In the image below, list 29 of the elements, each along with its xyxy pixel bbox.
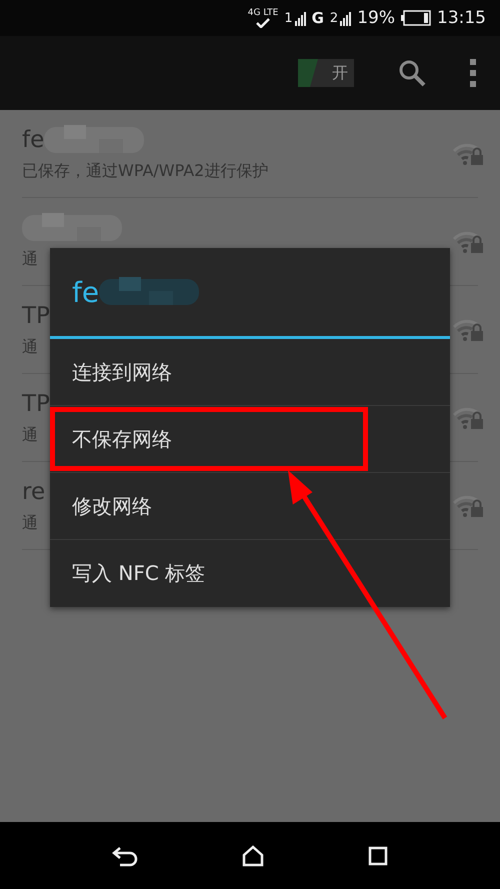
wifi-lock-icon: [452, 318, 484, 342]
network-label: 4G LTE: [248, 8, 278, 18]
battery-percent: 19%: [357, 8, 395, 28]
network-name: fe: [22, 127, 44, 153]
network-name: TP: [22, 391, 50, 417]
network-name: re: [22, 479, 46, 505]
home-icon[interactable]: [242, 844, 264, 866]
wifi-lock-icon: [452, 142, 484, 166]
overflow-menu-icon[interactable]: [470, 59, 476, 87]
check-icon: [256, 18, 270, 28]
menu-item[interactable]: 连接到网络: [50, 339, 450, 406]
menu-item[interactable]: 不保存网络: [50, 406, 450, 473]
dialog-title: fe: [72, 276, 100, 308]
back-icon[interactable]: [112, 844, 138, 866]
signal-icon: [340, 12, 352, 26]
signal-icon: [294, 12, 306, 26]
network-name: TP: [22, 303, 50, 329]
menu-item[interactable]: 写入 NFC 标签: [50, 540, 450, 607]
network-type: G: [312, 9, 324, 27]
wifi-lock-icon: [452, 494, 484, 518]
wifi-lock-icon: [452, 230, 484, 254]
wifi-toggle[interactable]: 开: [298, 59, 354, 87]
wifi-lock-icon: [452, 406, 484, 430]
sim-label: 2: [330, 10, 338, 26]
recents-icon[interactable]: [368, 846, 388, 866]
search-icon[interactable]: [398, 59, 426, 87]
clock: 13:15: [437, 8, 486, 28]
battery-icon: [401, 10, 431, 26]
sim-label: 1: [284, 10, 293, 26]
